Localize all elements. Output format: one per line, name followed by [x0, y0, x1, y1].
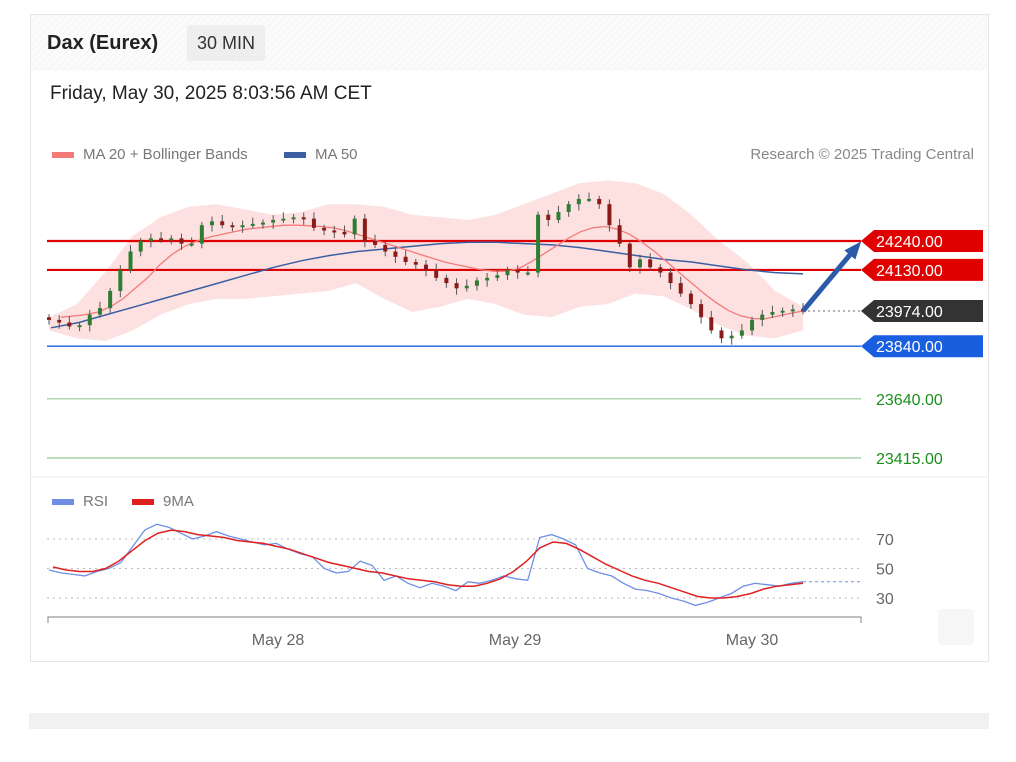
candle-body: [179, 238, 184, 244]
rsi-tick-label: 50: [876, 562, 894, 579]
candle-body: [719, 330, 724, 339]
candle-body: [587, 198, 592, 201]
candle-body: [57, 319, 62, 323]
candle-body: [515, 269, 520, 273]
candle-body: [648, 259, 653, 268]
candle-body: [434, 269, 439, 278]
candle-body: [464, 285, 469, 289]
rsi-tick-label: 70: [876, 532, 894, 549]
candle-body: [739, 330, 744, 336]
candle-body: [607, 204, 612, 226]
candle-body: [505, 269, 510, 276]
candle-body: [291, 217, 296, 220]
candle-body: [413, 262, 418, 265]
candle-body: [627, 243, 632, 268]
candle-body: [729, 335, 734, 339]
rsi-tick-label: 30: [876, 591, 894, 608]
candle-body: [403, 256, 408, 263]
candle-body: [342, 231, 347, 235]
candle-body: [138, 241, 143, 252]
candle-body: [118, 269, 123, 291]
candle-body: [199, 225, 204, 244]
level-value: 23974.00: [876, 304, 943, 321]
chart-card: Dax (Eurex) 30 MIN Friday, May 30, 2025 …: [30, 14, 989, 662]
candle-body: [678, 283, 683, 294]
candle-body: [658, 267, 663, 273]
level-label-24240-00: 24240.00: [861, 230, 983, 252]
candle-body: [67, 322, 72, 327]
candle-body: [169, 238, 174, 241]
candle-body: [790, 309, 795, 312]
candle-body: [332, 230, 337, 233]
x-tick-label: May 30: [726, 632, 779, 649]
candle-body: [159, 238, 164, 241]
candle-body: [709, 317, 714, 331]
level-value: 23840.00: [876, 339, 943, 356]
x-tick-label: May 28: [252, 632, 305, 649]
level-label-24130-00: 24130.00: [861, 258, 983, 281]
level-label-23974-00: 23974.00: [861, 299, 983, 322]
candle-body: [444, 277, 449, 284]
x-tick-label: May 29: [489, 632, 542, 649]
candle-body: [271, 219, 276, 223]
candle-body: [525, 272, 530, 275]
candle-body: [189, 243, 194, 246]
candle-body: [260, 222, 265, 225]
candle-body: [474, 280, 479, 286]
level-value: 23415.00: [876, 451, 943, 468]
candle-body: [373, 241, 378, 245]
candle-body: [546, 214, 551, 220]
level-label-23415-00: 23415.00: [876, 451, 943, 468]
candle-body: [536, 214, 541, 273]
candle-body: [699, 304, 704, 318]
candle-body: [108, 290, 113, 309]
candle-body: [668, 272, 673, 284]
candle-body: [77, 325, 82, 328]
candle-body: [281, 218, 286, 221]
candle-body: [322, 227, 327, 231]
candle-body: [87, 314, 92, 326]
candle-body: [210, 221, 215, 226]
level-value: 24130.00: [876, 263, 943, 280]
candle-body: [637, 259, 642, 268]
candle-body: [128, 251, 133, 270]
candle-body: [352, 218, 357, 235]
candle-body: [750, 319, 755, 331]
candle-body: [454, 283, 459, 289]
candle-body: [688, 293, 693, 305]
candle-body: [311, 218, 316, 228]
candle-body: [556, 212, 561, 220]
candle-body: [148, 238, 153, 241]
candle-body: [566, 204, 571, 213]
candle-body: [393, 251, 398, 257]
x-axis: [47, 616, 862, 623]
candle-body: [760, 314, 765, 320]
candle-body: [617, 225, 622, 244]
candle-body: [362, 218, 367, 241]
level-label-23640-00: 23640.00: [876, 392, 943, 409]
candle-body: [495, 275, 500, 278]
candle-body: [220, 221, 225, 226]
level-value: 23640.00: [876, 392, 943, 409]
forecast-arrow-shaft: [801, 245, 858, 313]
footer-bar: [29, 713, 989, 729]
candle-body: [485, 277, 490, 281]
candle-body: [230, 225, 235, 228]
candle-body: [250, 223, 255, 226]
level-label-23840-00: 23840.00: [861, 335, 983, 358]
price-chart[interactable]: 24240.00 24130.00 23974.00 23840.00 23640.00…: [31, 15, 988, 661]
rsi-ma-line: [52, 529, 804, 599]
candle-body: [97, 308, 102, 315]
chart-settings-button[interactable]: [938, 609, 974, 645]
candle-body: [47, 317, 51, 320]
candle-body: [576, 198, 581, 205]
candle-body: [383, 244, 388, 252]
candle-body: [240, 225, 245, 228]
candle-body: [770, 312, 775, 315]
candle-body: [424, 264, 428, 270]
level-value: 24240.00: [876, 234, 943, 251]
candle-body: [597, 198, 602, 205]
candle-body: [301, 217, 306, 220]
candle-body: [780, 310, 785, 313]
